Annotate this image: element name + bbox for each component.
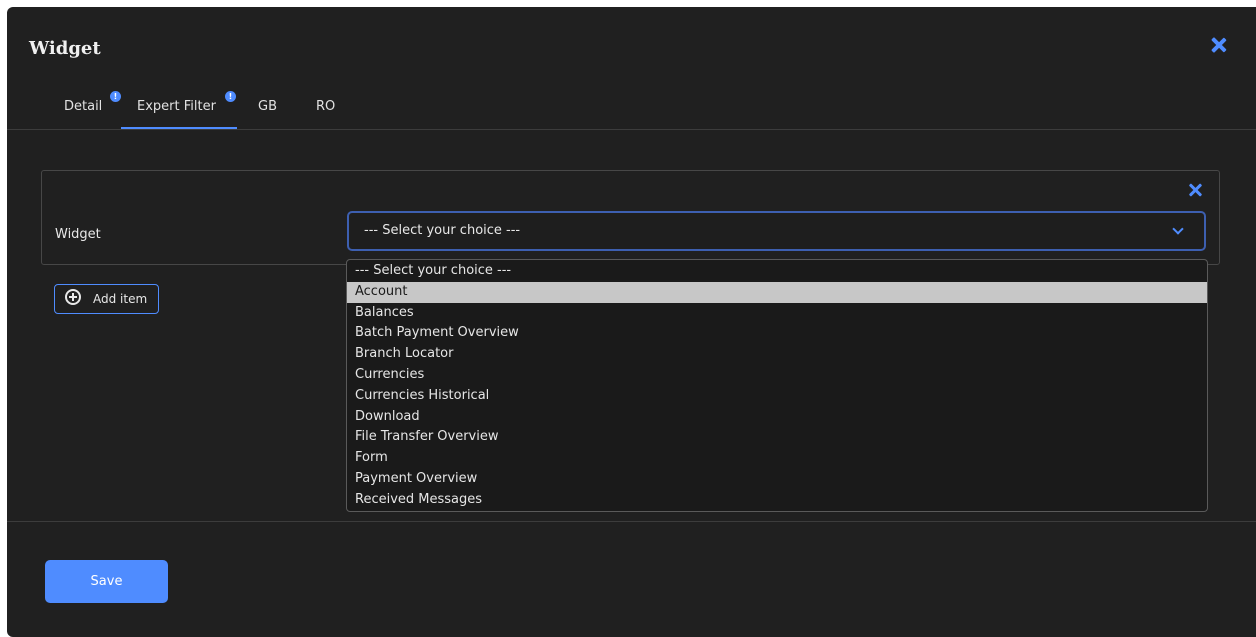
dropdown-option[interactable]: Branch Locator: [347, 344, 1207, 365]
tab-bar: Detail ! Expert Filter ! GB RO: [7, 87, 1256, 130]
tab-ro[interactable]: RO: [316, 87, 335, 127]
dropdown-option[interactable]: Download: [347, 407, 1207, 428]
dropdown-option[interactable]: Payment Overview: [347, 469, 1207, 490]
widget-dialog: Widget Detail ! Expert Filter ! GB RO Wi…: [7, 7, 1256, 637]
dropdown-option[interactable]: File Transfer Overview: [347, 427, 1207, 448]
select-value: --- Select your choice ---: [364, 223, 521, 238]
tab-expert-filter-label: Expert Filter: [137, 99, 216, 114]
tabs-divider: [7, 129, 1256, 130]
dropdown-option[interactable]: Currencies Historical: [347, 386, 1207, 407]
chevron-down-icon: [1172, 223, 1184, 235]
remove-item-close-icon[interactable]: [1188, 182, 1204, 198]
plus-circle-icon: [65, 289, 81, 305]
dialog-title: Widget: [29, 38, 101, 59]
add-item-button[interactable]: Add item: [54, 284, 159, 314]
dropdown-option[interactable]: Balances: [347, 303, 1207, 324]
dropdown-option[interactable]: Form: [347, 448, 1207, 469]
footer-divider: [7, 521, 1256, 522]
dropdown-option[interactable]: Currencies: [347, 365, 1207, 386]
close-icon[interactable]: [1210, 36, 1228, 54]
save-button[interactable]: Save: [45, 560, 168, 603]
widget-dropdown-list: --- Select your choice --- Account Balan…: [346, 259, 1208, 512]
dropdown-option[interactable]: Received Messages: [347, 490, 1207, 511]
widget-select[interactable]: --- Select your choice ---: [347, 211, 1206, 251]
tab-gb[interactable]: GB: [258, 87, 277, 127]
dropdown-option[interactable]: --- Select your choice ---: [347, 261, 1207, 282]
tab-expert-filter[interactable]: Expert Filter !: [121, 87, 237, 130]
filter-item-panel: Widget --- Select your choice ---: [41, 170, 1220, 265]
info-badge-icon: !: [110, 91, 121, 102]
info-badge-icon: !: [225, 91, 236, 102]
tab-detail[interactable]: Detail !: [64, 87, 121, 127]
add-item-label: Add item: [93, 292, 148, 306]
dropdown-option[interactable]: Account: [347, 281, 1207, 303]
dropdown-option[interactable]: Batch Payment Overview: [347, 323, 1207, 344]
widget-field-label: Widget: [55, 227, 101, 242]
tab-detail-label: Detail: [64, 99, 103, 114]
